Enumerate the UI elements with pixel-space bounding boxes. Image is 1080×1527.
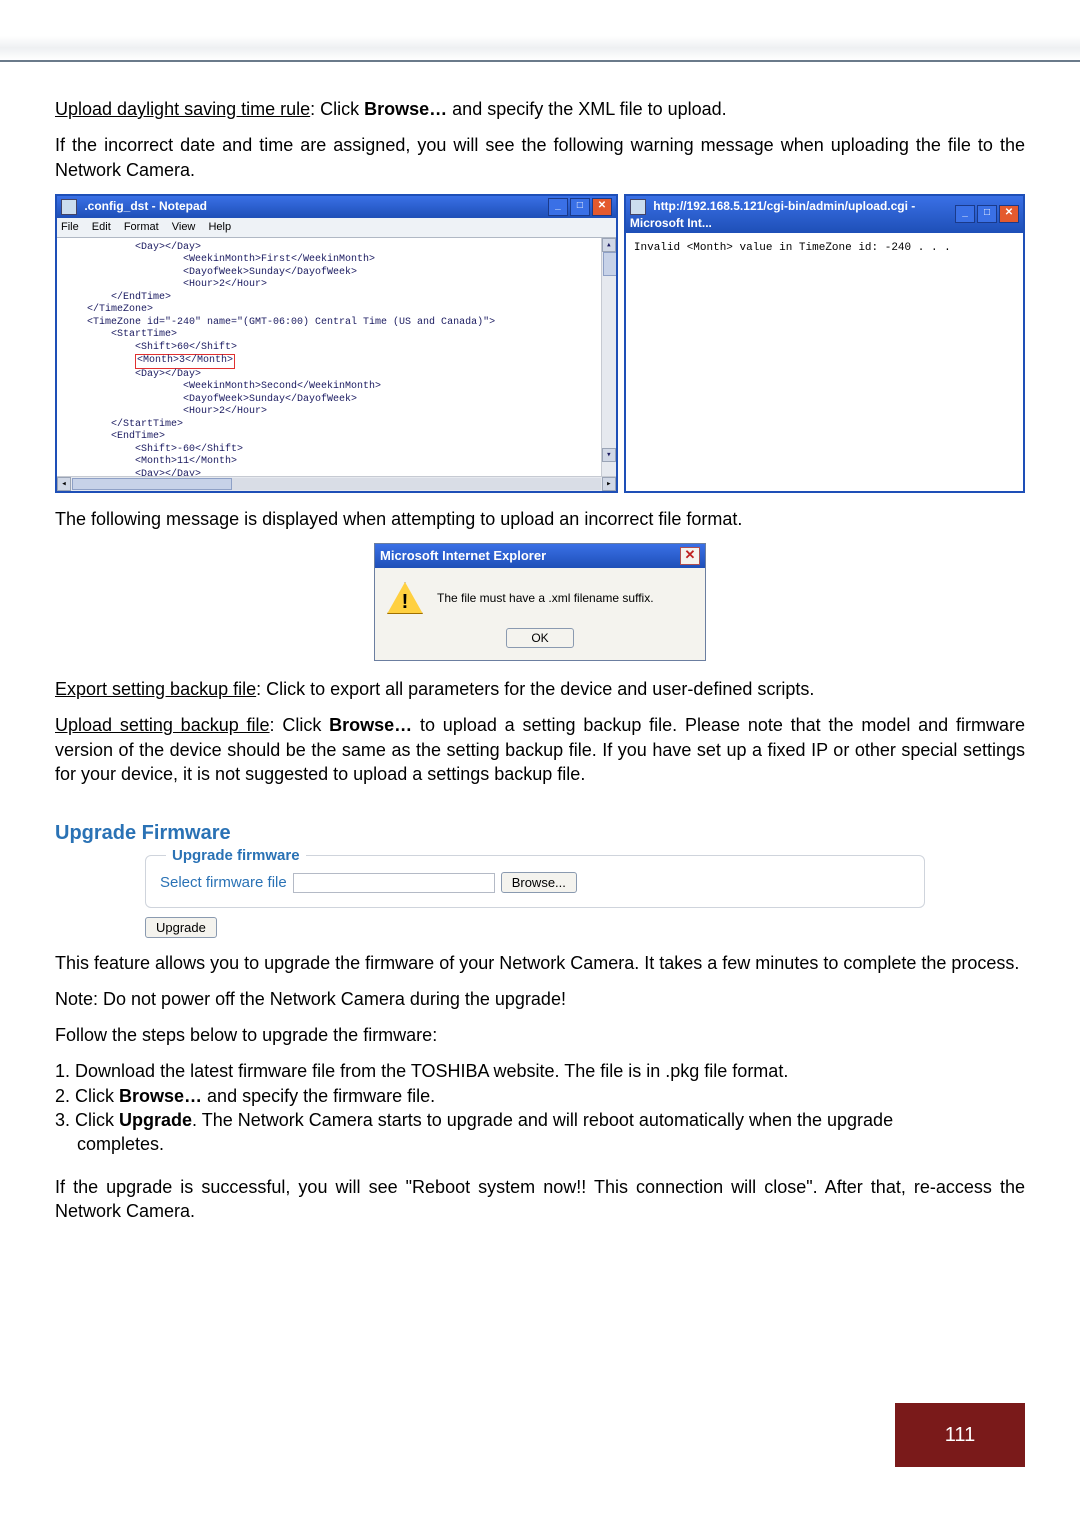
browser-window: http://192.168.5.121/cgi-bin/admin/uploa…	[624, 194, 1025, 493]
browser-close-button[interactable]: ✕	[999, 205, 1019, 223]
dialog-ok-button[interactable]: OK	[506, 628, 573, 648]
firmware-file-label: Select firmware file	[160, 873, 287, 893]
menu-view[interactable]: View	[172, 221, 196, 233]
firmware-file-row: Select firmware file Browse...	[160, 872, 910, 893]
para-upload-backup: Upload setting backup file: Click Browse…	[55, 713, 1025, 786]
para-upgrade-feature: This feature allows you to upgrade the f…	[55, 951, 1025, 975]
browser-body: Invalid <Month> value in TimeZone id: -2…	[626, 233, 1023, 379]
notepad-code: <Day></Day> <WeekinMonth>First</WeekinMo…	[57, 238, 616, 476]
notepad-title-wrap: .config_dst - Notepad	[61, 198, 207, 215]
notepad-titlebar: .config_dst - Notepad _ □ ✕	[57, 196, 616, 218]
step-2: 2. Click Browse… and specify the firmwar…	[55, 1084, 1025, 1108]
scroll-vthumb[interactable]	[603, 252, 616, 276]
screenshot-row: .config_dst - Notepad _ □ ✕ File Edit Fo…	[55, 194, 1025, 493]
minimize-button[interactable]: _	[548, 198, 568, 216]
code-post: <Day></Day> <WeekinMonth>Second</WeekinM…	[63, 369, 393, 476]
dialog-close-button[interactable]: ✕	[680, 547, 700, 565]
steps-intro: Follow the steps below to upgrade the fi…	[55, 1023, 1025, 1047]
para-upload-dst: Upload daylight saving time rule: Click …	[55, 97, 1025, 121]
step2-b: Browse…	[119, 1086, 202, 1106]
code-pre: <Day></Day> <WeekinMonth>First</WeekinMo…	[63, 242, 495, 353]
step-3-cont: completes.	[55, 1132, 1025, 1156]
error-dialog: Microsoft Internet Explorer ✕ The file m…	[374, 543, 706, 661]
scroll-right-icon[interactable]: ▸	[602, 477, 616, 491]
notepad-title: .config_dst - Notepad	[84, 199, 207, 213]
firmware-file-input[interactable]	[293, 873, 495, 893]
export-heading: Export setting backup file	[55, 679, 256, 699]
warning-icon	[387, 582, 423, 614]
page-number: 111	[895, 1403, 1025, 1467]
browser-window-buttons: _ □ ✕	[955, 205, 1019, 223]
notepad-window: .config_dst - Notepad _ □ ✕ File Edit Fo…	[55, 194, 618, 493]
para-upgrade-note: Note: Do not power off the Network Camer…	[55, 987, 1025, 1011]
upgrade-button[interactable]: Upgrade	[145, 917, 217, 938]
upload-dst-mid: : Click	[310, 99, 364, 119]
upload-dst-tail: and specify the XML file to upload.	[447, 99, 727, 119]
notepad-hscrollbar[interactable]: ◂ ▸	[57, 476, 616, 491]
para-export: Export setting backup file: Click to exp…	[55, 677, 1025, 701]
upgrade-button-row: Upgrade	[145, 914, 1025, 938]
upload-backup-heading: Upload setting backup file	[55, 715, 270, 735]
notepad-window-buttons: _ □ ✕	[548, 198, 612, 216]
dialog-message: The file must have a .xml filename suffi…	[437, 590, 654, 606]
close-button[interactable]: ✕	[592, 198, 612, 216]
menu-help[interactable]: Help	[208, 221, 231, 233]
browser-maximize-button[interactable]: □	[977, 205, 997, 223]
code-highlight: <Month>3</Month>	[135, 354, 235, 369]
export-tail: : Click to export all parameters for the…	[256, 679, 814, 699]
step2-a: 2. Click	[55, 1086, 119, 1106]
browser-title-wrap: http://192.168.5.121/cgi-bin/admin/uploa…	[630, 198, 955, 231]
para-warning-intro: If the incorrect date and time are assig…	[55, 133, 1025, 182]
menu-file[interactable]: File	[61, 221, 79, 233]
scroll-up-icon[interactable]: ▴	[602, 238, 616, 252]
menu-edit[interactable]: Edit	[92, 221, 111, 233]
browser-minimize-button[interactable]: _	[955, 205, 975, 223]
dialog-buttons: OK	[375, 618, 705, 660]
browser-title: http://192.168.5.121/cgi-bin/admin/uploa…	[630, 199, 915, 230]
upload-backup-bold: Browse…	[329, 715, 412, 735]
scroll-down-icon[interactable]: ▾	[602, 448, 616, 462]
upgrade-firmware-fieldset: Upgrade firmware Select firmware file Br…	[145, 855, 925, 908]
step-3: 3. Click Upgrade. The Network Camera sta…	[55, 1108, 1025, 1132]
step-1: 1. Download the latest firmware file fro…	[55, 1059, 1025, 1083]
upload-dst-browse: Browse…	[364, 99, 447, 119]
ie-icon	[630, 199, 646, 215]
scroll-hthumb[interactable]	[72, 478, 232, 490]
para-upgrade-success: If the upgrade is successful, you will s…	[55, 1175, 1025, 1224]
step3-c: . The Network Camera starts to upgrade a…	[192, 1110, 893, 1130]
notepad-icon	[61, 199, 77, 215]
upload-backup-mid: : Click	[270, 715, 330, 735]
step2-c: and specify the firmware file.	[202, 1086, 435, 1106]
dialog-body: The file must have a .xml filename suffi…	[375, 568, 705, 618]
dialog-title: Microsoft Internet Explorer	[380, 547, 546, 565]
menu-format[interactable]: Format	[124, 221, 159, 233]
top-gradient-band	[0, 0, 1080, 60]
dialog-titlebar: Microsoft Internet Explorer ✕	[375, 544, 705, 568]
page-footer: 111	[55, 1403, 1025, 1467]
step3-a: 3. Click	[55, 1110, 119, 1130]
para-format-msg: The following message is displayed when …	[55, 507, 1025, 531]
step3-b: Upgrade	[119, 1110, 192, 1130]
scroll-left-icon[interactable]: ◂	[57, 477, 71, 491]
maximize-button[interactable]: □	[570, 198, 590, 216]
notepad-menubar: File Edit Format View Help	[57, 218, 616, 238]
scroll-htrack[interactable]	[72, 478, 601, 490]
browse-button[interactable]: Browse...	[501, 872, 577, 893]
upload-dst-heading: Upload daylight saving time rule	[55, 99, 310, 119]
browser-titlebar: http://192.168.5.121/cgi-bin/admin/uploa…	[626, 196, 1023, 233]
fieldset-legend: Upgrade firmware	[166, 846, 306, 866]
upgrade-firmware-heading: Upgrade Firmware	[55, 820, 1025, 847]
page-content: Upload daylight saving time rule : Click …	[0, 62, 1080, 1487]
notepad-vscrollbar[interactable]: ▴ ▾	[601, 238, 616, 476]
